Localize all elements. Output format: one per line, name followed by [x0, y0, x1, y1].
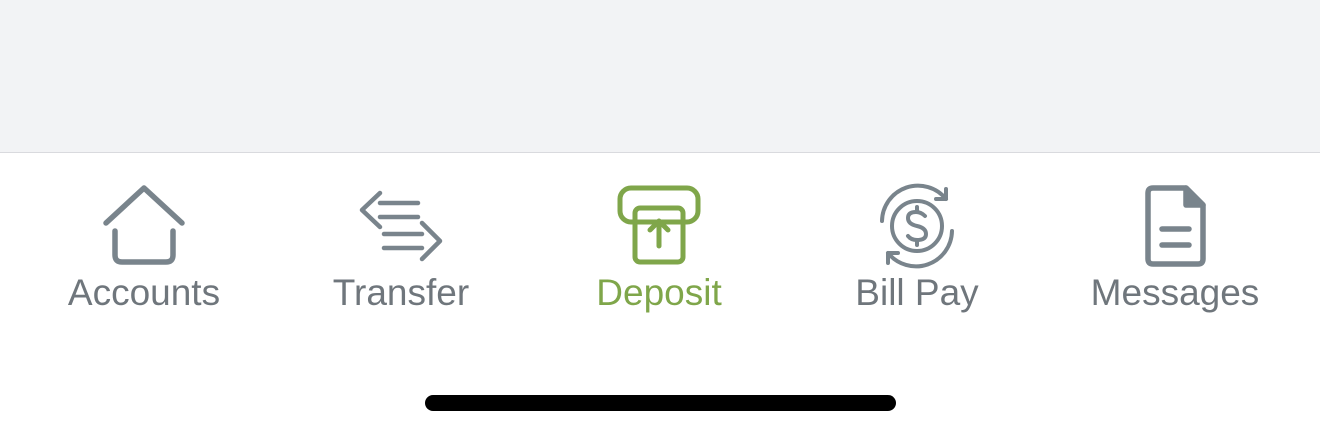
tab-transfer[interactable]: Transfer [301, 153, 501, 353]
home-indicator[interactable] [425, 395, 896, 411]
tab-bill-pay[interactable]: Bill Pay [817, 153, 1017, 353]
bill-pay-cycle-dollar-icon [872, 183, 962, 269]
tab-accounts[interactable]: Accounts [44, 153, 244, 353]
content-area [0, 0, 1320, 152]
tab-accounts-label: Accounts [67, 272, 221, 313]
tab-messages-label: Messages [1090, 272, 1260, 313]
house-icon [99, 183, 189, 269]
transfer-arrows-icon [356, 183, 446, 269]
document-icon [1130, 183, 1220, 269]
tab-transfer-label: Transfer [332, 272, 470, 313]
tab-deposit-label: Deposit [596, 272, 722, 313]
bottom-tab-bar: Accounts Transfer Deposit Bill Pay Messa… [0, 152, 1320, 352]
tab-bill-pay-label: Bill Pay [855, 272, 979, 313]
tab-messages[interactable]: Messages [1075, 153, 1275, 353]
deposit-check-icon [614, 183, 704, 269]
tab-deposit[interactable]: Deposit [559, 153, 759, 353]
